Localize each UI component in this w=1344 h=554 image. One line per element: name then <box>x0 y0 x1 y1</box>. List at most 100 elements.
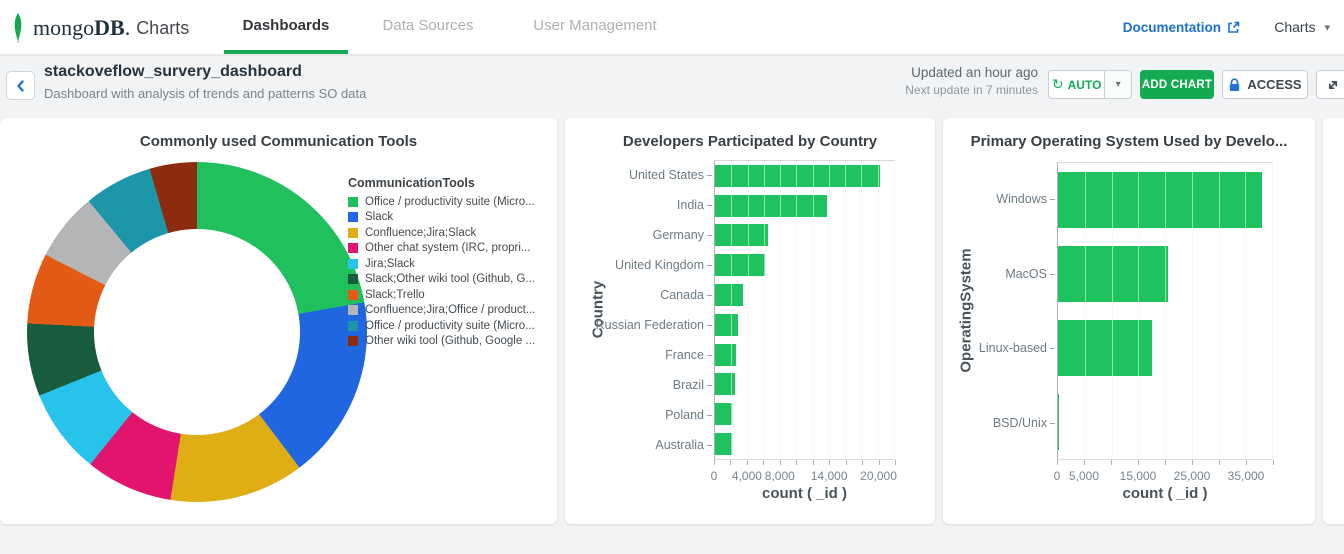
legend-item-other-chat-system-irc-propri: Other chat system (IRC, propri... <box>348 243 553 254</box>
bar-macos <box>1058 246 1168 302</box>
legend-title: CommunicationTools <box>348 176 553 190</box>
page-title: stackoveflow_survery_dashboard <box>44 63 302 81</box>
gridline <box>1219 163 1220 459</box>
x-tick-mark <box>747 460 748 465</box>
legend: CommunicationTools Office / productivity… <box>348 176 553 351</box>
gridline <box>845 161 846 459</box>
legend-label: Office / productivity suite (Micro... <box>365 320 535 332</box>
auto-refresh-button[interactable]: ↻ AUTO <box>1049 71 1104 98</box>
y-tick-mark <box>707 235 712 236</box>
mongodb-charts-logo[interactable]: mongoDB. Charts <box>10 12 189 44</box>
legend-label: Confluence;Jira;Office / product... <box>365 304 535 316</box>
access-label: ACCESS <box>1247 77 1301 92</box>
bar-row <box>715 161 894 191</box>
back-button[interactable] <box>6 71 35 100</box>
brand-suffix: Charts <box>136 18 189 39</box>
brand-text: mongoDB. <box>33 15 130 41</box>
x-tick-mark <box>846 460 847 465</box>
chevron-down-icon: ▾ <box>1116 79 1121 90</box>
auto-refresh-dropdown[interactable]: ▾ <box>1104 71 1131 98</box>
bar-row <box>715 370 894 400</box>
bar-row <box>715 340 894 370</box>
y-tick: Germany <box>565 220 714 250</box>
x-tick-label: 35,000 <box>1228 469 1265 483</box>
gridline <box>731 161 732 459</box>
y-tick-mark <box>707 355 712 356</box>
x-tick-mark <box>1084 460 1085 465</box>
bar-row <box>715 280 894 310</box>
gridline <box>1138 163 1139 459</box>
y-tick-label: Canada <box>660 288 704 302</box>
gridline <box>748 161 749 459</box>
legend-label: Office / productivity suite (Micro... <box>365 196 535 208</box>
y-tick-label: Windows <box>996 192 1047 206</box>
x-tick-mark <box>1192 460 1193 465</box>
gridline <box>1165 163 1166 459</box>
x-tick-label: 15,000 <box>1120 469 1157 483</box>
gridline <box>780 161 781 459</box>
x-tick-label: 0 <box>711 469 718 483</box>
y-tick-label: Germany <box>653 228 704 242</box>
bar-chart-country: Country United StatesIndiaGermanyUnited … <box>565 118 935 524</box>
account-menu[interactable]: Charts ▾ <box>1274 0 1330 54</box>
x-tick-mark <box>730 460 731 465</box>
y-tick-label: Linux-based <box>979 341 1047 355</box>
x-tick-mark <box>1138 460 1139 465</box>
tab-user-management[interactable]: User Management <box>510 0 680 54</box>
fullscreen-button[interactable] <box>1316 70 1344 99</box>
app-window: mongoDB. Charts Dashboards Data Sources … <box>0 0 1344 554</box>
legend-items: Office / productivity suite (Micro...Sla… <box>348 196 553 347</box>
y-tick-label: United Kingdom <box>615 258 704 272</box>
y-tick: MacOS <box>943 237 1057 312</box>
tab-data-sources[interactable]: Data Sources <box>360 0 496 54</box>
y-axis-labels: Windows MacOS Linux-based BSD/Unix <box>943 162 1057 460</box>
y-tick-label: BSD/Unix <box>993 416 1047 430</box>
legend-swatch <box>348 336 358 346</box>
page-subtitle: Dashboard with analysis of trends and pa… <box>44 86 366 101</box>
tab-dashboards[interactable]: Dashboards <box>224 0 348 54</box>
gridline <box>1245 163 1246 459</box>
bar-poland <box>715 403 732 425</box>
x-tick-mark <box>813 460 814 465</box>
y-tick-mark <box>707 445 712 446</box>
chevron-left-icon <box>14 79 28 93</box>
bar-canada <box>715 284 743 306</box>
updated-text: Updated an hour ago <box>905 64 1038 82</box>
update-info: Updated an hour ago Next update in 7 min… <box>905 64 1038 98</box>
legend-item-office-productivity-suite-micro: Office / productivity suite (Micro... <box>348 320 553 331</box>
x-tick-mark <box>829 460 830 465</box>
bar-bsd-unix <box>1058 394 1059 450</box>
bar-russian-federation <box>715 314 738 336</box>
legend-item-office-productivity-suite-micro: Office / productivity suite (Micro... <box>348 196 553 207</box>
y-axis-labels: United StatesIndiaGermanyUnited KingdomC… <box>565 160 714 460</box>
legend-item-jira-slack: Jira;Slack <box>348 258 553 269</box>
chart-card-partial <box>1323 118 1344 524</box>
mongodb-leaf-icon <box>10 13 26 43</box>
gridline <box>796 161 797 459</box>
gridline <box>1192 163 1193 459</box>
documentation-link[interactable]: Documentation <box>1123 0 1240 54</box>
access-button[interactable]: ACCESS <box>1222 70 1308 99</box>
y-tick: Poland <box>565 400 714 430</box>
y-tick-mark <box>707 295 712 296</box>
y-tick-mark <box>1050 423 1055 424</box>
bar-row <box>715 191 894 221</box>
add-chart-button[interactable]: ADD CHART <box>1140 70 1214 99</box>
y-tick: United Kingdom <box>565 250 714 280</box>
gridline <box>878 161 879 459</box>
chevron-down-icon: ▾ <box>1324 21 1330 34</box>
x-tick-mark <box>1165 460 1166 465</box>
account-label: Charts <box>1274 19 1315 35</box>
gridline <box>894 161 895 459</box>
x-tick-mark <box>1246 460 1247 465</box>
legend-item-confluence-jira-office-product: Confluence;Jira;Office / product... <box>348 305 553 316</box>
x-tick-label: 0 <box>1054 469 1061 483</box>
y-tick-mark <box>707 325 712 326</box>
y-tick-mark <box>707 385 712 386</box>
bar-united-states <box>715 165 880 187</box>
x-tick-mark <box>714 460 715 465</box>
y-tick-label: Brazil <box>673 378 704 392</box>
legend-swatch <box>348 290 358 300</box>
y-tick-mark <box>1050 199 1055 200</box>
x-tick-label: 25,000 <box>1174 469 1211 483</box>
